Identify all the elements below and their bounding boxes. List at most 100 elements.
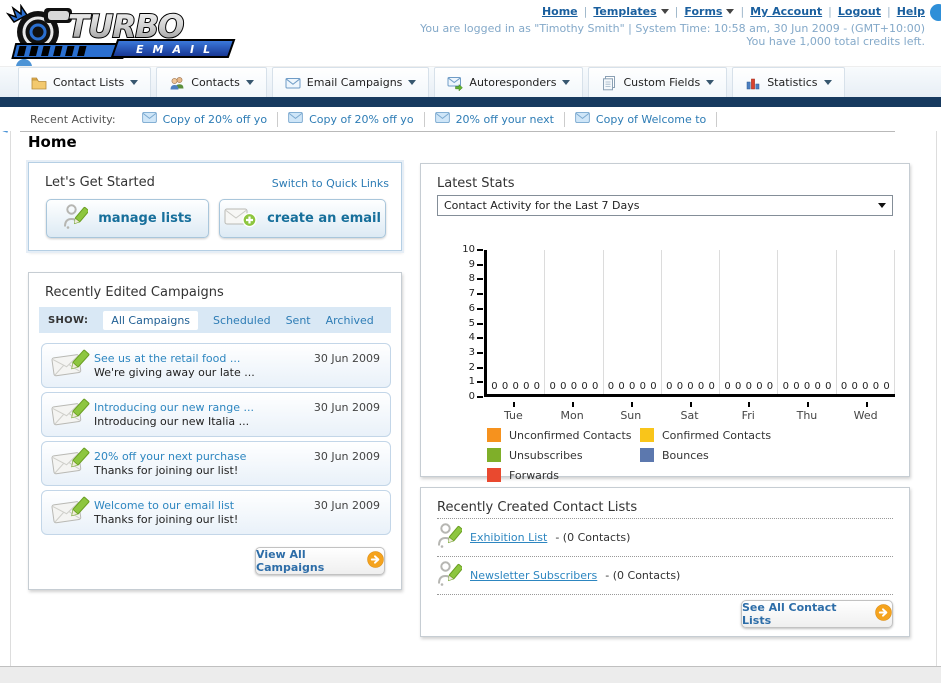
recent-activity-link[interactable]: Copy of 20% off yo bbox=[163, 113, 268, 126]
recent-activity-link[interactable]: Copy of 20% off yo bbox=[309, 113, 414, 126]
credits-status: You have 1,000 total credits left. bbox=[746, 35, 925, 48]
top-link-forms[interactable]: Forms bbox=[684, 5, 722, 18]
campaign-item[interactable]: Welcome to our email list Thanks for join… bbox=[41, 490, 391, 535]
top-link-home[interactable]: Home bbox=[542, 5, 578, 18]
recent-activity-link[interactable]: Copy of Welcome to bbox=[596, 113, 706, 126]
legend-item: Unsubscribes bbox=[487, 448, 640, 462]
chart-value: 0 bbox=[581, 381, 588, 392]
login-status: You are logged in as "Timothy Smith" | S… bbox=[420, 22, 925, 35]
page-footer bbox=[0, 666, 941, 683]
x-axis-label: Tue bbox=[484, 402, 543, 422]
y-axis-tick bbox=[477, 307, 483, 310]
campaign-item[interactable]: Introducing our new range ... Introducing… bbox=[41, 392, 391, 437]
campaign-filter-scheduled[interactable]: Scheduled bbox=[213, 314, 271, 327]
legend-label: Unsubscribes bbox=[509, 448, 583, 462]
chart-value: 0 bbox=[851, 381, 858, 392]
campaign-text: See us at the retail food ... We're givin… bbox=[94, 352, 314, 380]
view-all-campaigns-button[interactable]: View All Campaigns bbox=[255, 547, 385, 575]
campaign-title-link[interactable]: Welcome to our email list bbox=[94, 499, 234, 512]
chart-value: 0 bbox=[666, 381, 673, 392]
menu-tabs: Contact Lists Contacts Email Campaigns Auto… bbox=[18, 67, 845, 97]
campaign-title-link[interactable]: Introducing our new range ... bbox=[94, 401, 254, 414]
stats-period-select[interactable]: Contact Activity for the Last 7 Days bbox=[437, 195, 893, 216]
create-email-label: create an email bbox=[267, 211, 381, 226]
separator: | bbox=[828, 5, 832, 18]
contact-lists-panel: Recently Created Contact Lists Exhibitio… bbox=[420, 487, 910, 637]
see-all-contact-lists-label: See All Contact Lists bbox=[742, 601, 837, 627]
y-axis-label: 10 bbox=[462, 244, 475, 255]
top-link-logout[interactable]: Logout bbox=[838, 5, 881, 18]
menu-tab-autoresponders[interactable]: Autoresponders bbox=[434, 67, 584, 97]
chart-value: 0 bbox=[883, 381, 890, 392]
chart-value: 0 bbox=[512, 381, 519, 392]
x-axis-label: Sat bbox=[660, 402, 719, 422]
menu-tab-contacts[interactable]: Contacts bbox=[156, 67, 267, 97]
chart-value: 0 bbox=[697, 381, 705, 392]
main-menu: Contact Lists Contacts Email Campaigns Auto… bbox=[0, 66, 941, 97]
chart-value: 0 bbox=[591, 381, 599, 392]
menu-tab-contact-lists[interactable]: Contact Lists bbox=[18, 67, 152, 97]
contact-list-link[interactable]: Newsletter Subscribers bbox=[470, 569, 597, 582]
menu-tab-custom-fields[interactable]: Custom Fields bbox=[588, 67, 728, 97]
top-link-help[interactable]: Help bbox=[897, 5, 925, 18]
chart-value: 0 bbox=[501, 381, 509, 392]
chevron-down-icon bbox=[562, 80, 571, 85]
chart-value: 0 bbox=[766, 381, 774, 392]
x-axis-tick bbox=[689, 402, 692, 407]
contact-list-link[interactable]: Exhibition List bbox=[470, 531, 547, 544]
chevron-down-icon bbox=[706, 80, 715, 85]
campaign-filter-sent[interactable]: Sent bbox=[286, 314, 311, 327]
menu-tab-statistics[interactable]: Statistics bbox=[732, 67, 845, 97]
campaign-filter-all-campaigns[interactable]: All Campaigns bbox=[103, 310, 199, 330]
legend-item: Forwards bbox=[487, 468, 640, 482]
y-axis-label: 8 bbox=[468, 273, 475, 285]
menu-tab-label: Contacts bbox=[191, 76, 240, 89]
chart-value-labels: 00000 bbox=[662, 381, 719, 392]
see-all-contact-lists-button[interactable]: See All Contact Lists bbox=[741, 600, 893, 628]
menu-tab-email-campaigns[interactable]: Email Campaigns bbox=[271, 67, 430, 97]
chart-value: 0 bbox=[533, 381, 541, 392]
y-axis-tick bbox=[477, 351, 483, 354]
envelope-icon bbox=[575, 112, 590, 126]
envelope-icon bbox=[288, 112, 303, 126]
campaign-filter-archived[interactable]: Archived bbox=[326, 314, 374, 327]
switch-quick-links-link[interactable]: Switch to Quick Links bbox=[272, 177, 389, 190]
campaigns-title: Recently Edited Campaigns bbox=[45, 285, 224, 300]
turbo-email-logo: TURBO EMAIL bbox=[6, 4, 236, 59]
y-axis-label: 7 bbox=[468, 288, 475, 300]
legend-label: Bounces bbox=[662, 448, 709, 462]
chevron-down-icon bbox=[660, 9, 669, 14]
campaign-text: Introducing our new range ... Introducing… bbox=[94, 401, 314, 429]
recent-activity-link[interactable]: 20% off your next bbox=[456, 113, 554, 126]
campaign-item[interactable]: See us at the retail food ... We're givin… bbox=[41, 343, 391, 388]
legend-swatch bbox=[640, 428, 654, 442]
campaign-subtitle: We're giving away our late ... bbox=[94, 365, 255, 379]
chart-value: 0 bbox=[862, 381, 869, 392]
divider bbox=[437, 594, 893, 595]
campaign-title-link[interactable]: See us at the retail food ... bbox=[94, 352, 240, 365]
chevron-down-icon bbox=[878, 203, 886, 208]
y-axis-tick bbox=[477, 293, 483, 296]
recent-activity-label: Recent Activity: bbox=[30, 112, 116, 126]
top-link-my-account[interactable]: My Account bbox=[750, 5, 822, 18]
create-email-button[interactable]: create an email bbox=[219, 199, 386, 238]
campaign-item[interactable]: 20% off your next purchase Thanks for joi… bbox=[41, 441, 391, 486]
separator: | bbox=[583, 5, 588, 18]
top-link-templates[interactable]: Templates bbox=[593, 5, 656, 18]
stats-period-value: Contact Activity for the Last 7 Days bbox=[444, 199, 640, 212]
help-bubble-icon[interactable] bbox=[930, 4, 941, 21]
chart-day-group: 00000 bbox=[545, 250, 604, 394]
campaign-title-link[interactable]: 20% off your next purchase bbox=[94, 450, 246, 463]
divider bbox=[20, 131, 895, 132]
chevron-down-icon bbox=[408, 80, 417, 85]
chart-legend: Unconfirmed Contacts Confirmed Contacts Un… bbox=[487, 428, 907, 488]
x-axis-label: Sun bbox=[601, 402, 660, 422]
chart-value: 0 bbox=[814, 381, 821, 392]
content-border-left bbox=[10, 131, 11, 666]
page-title: Home bbox=[28, 133, 77, 151]
campaign-edit-icon bbox=[50, 446, 94, 481]
create-email-icon bbox=[224, 206, 257, 232]
y-axis-label: 0 bbox=[468, 391, 475, 402]
manage-lists-button[interactable]: manage lists bbox=[46, 199, 209, 238]
y-axis-label: 3 bbox=[468, 346, 475, 358]
